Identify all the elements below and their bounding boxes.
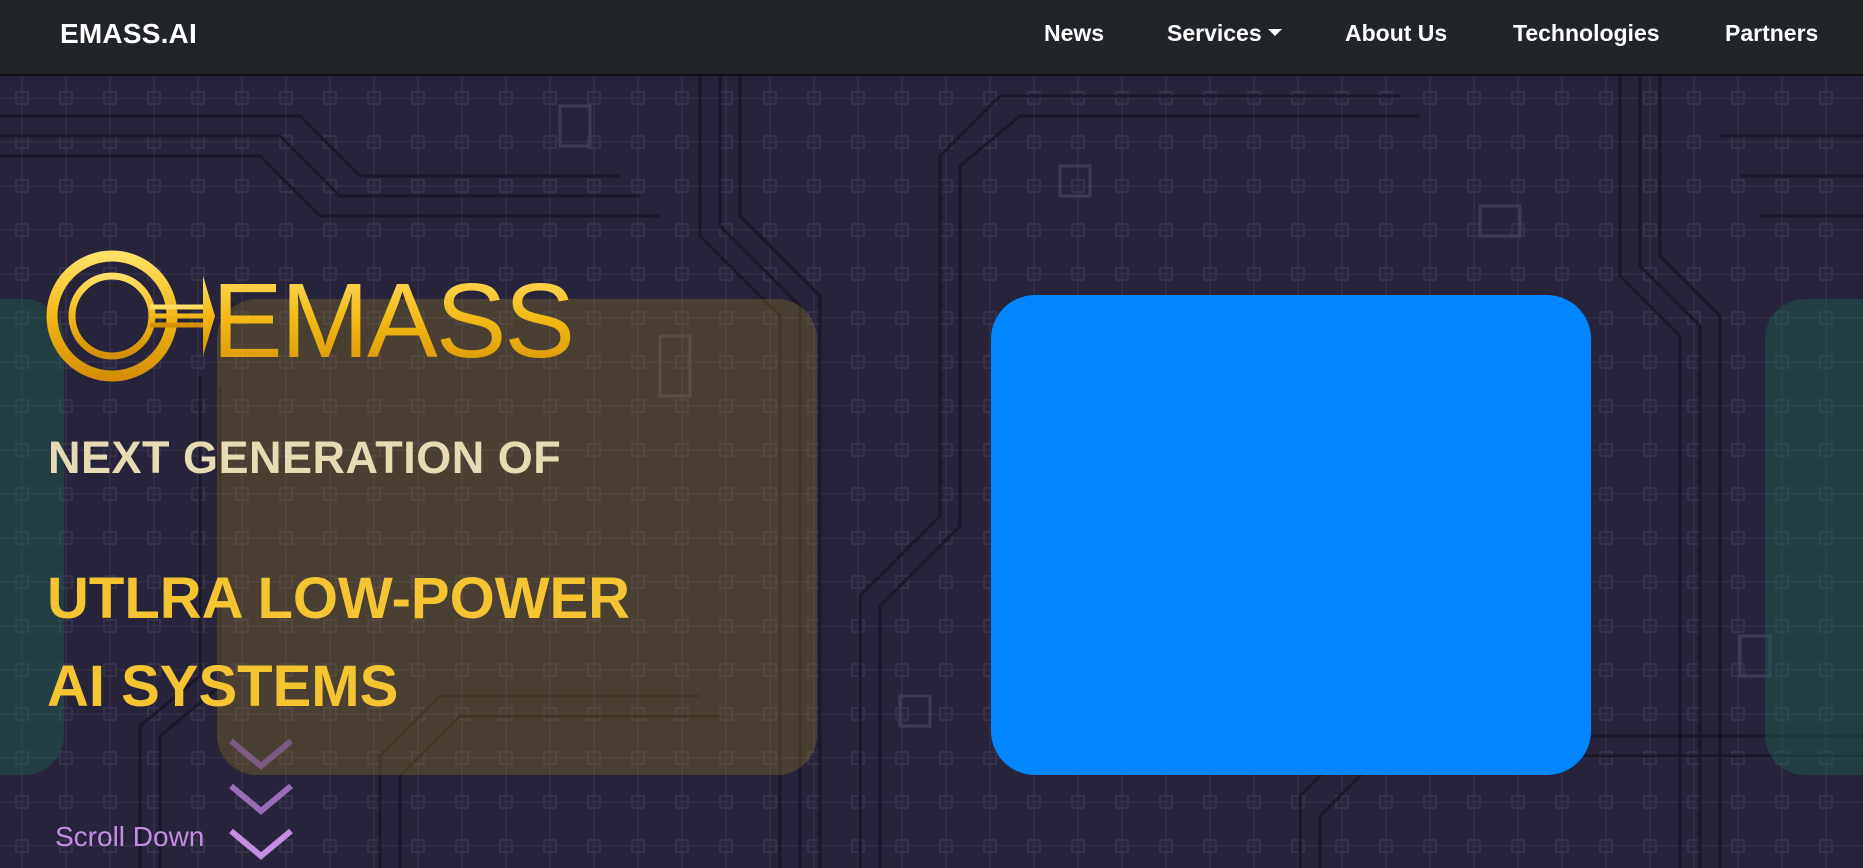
headline-ultra-low-power: UTLRA LOW-POWER	[47, 566, 631, 631]
svg-text:EMASS: EMASS	[212, 262, 573, 380]
caret-down-icon	[1267, 29, 1282, 36]
nav-news[interactable]: News	[1044, 20, 1104, 47]
headline-ai-systems: AI SYSTEMS	[47, 654, 399, 719]
nav-services-dropdown[interactable]: Services	[1167, 20, 1282, 47]
chevron-down-icon[interactable]	[226, 736, 296, 868]
nav-services-label: Services	[1167, 20, 1262, 46]
nav-about-us[interactable]: About Us	[1345, 20, 1447, 47]
brand-link[interactable]: EMASS.AI	[60, 18, 197, 50]
top-navbar: EMASS.AI News Services About Us Technolo…	[0, 0, 1863, 76]
headline-next-generation: NEXT GENERATION OF	[48, 432, 562, 483]
scroll-down-link[interactable]: Scroll Down	[55, 821, 204, 853]
nav-partners[interactable]: Partners	[1725, 20, 1818, 47]
hero-media-placeholder[interactable]	[991, 295, 1591, 775]
nav-technologies[interactable]: Technologies	[1513, 20, 1660, 47]
emass-logo: EMASS	[46, 250, 575, 382]
decorative-card-right	[1765, 299, 1863, 775]
hero-section: EMASS NEXT GENERATION OF UTLRA LOW-POWER…	[0, 76, 1863, 868]
